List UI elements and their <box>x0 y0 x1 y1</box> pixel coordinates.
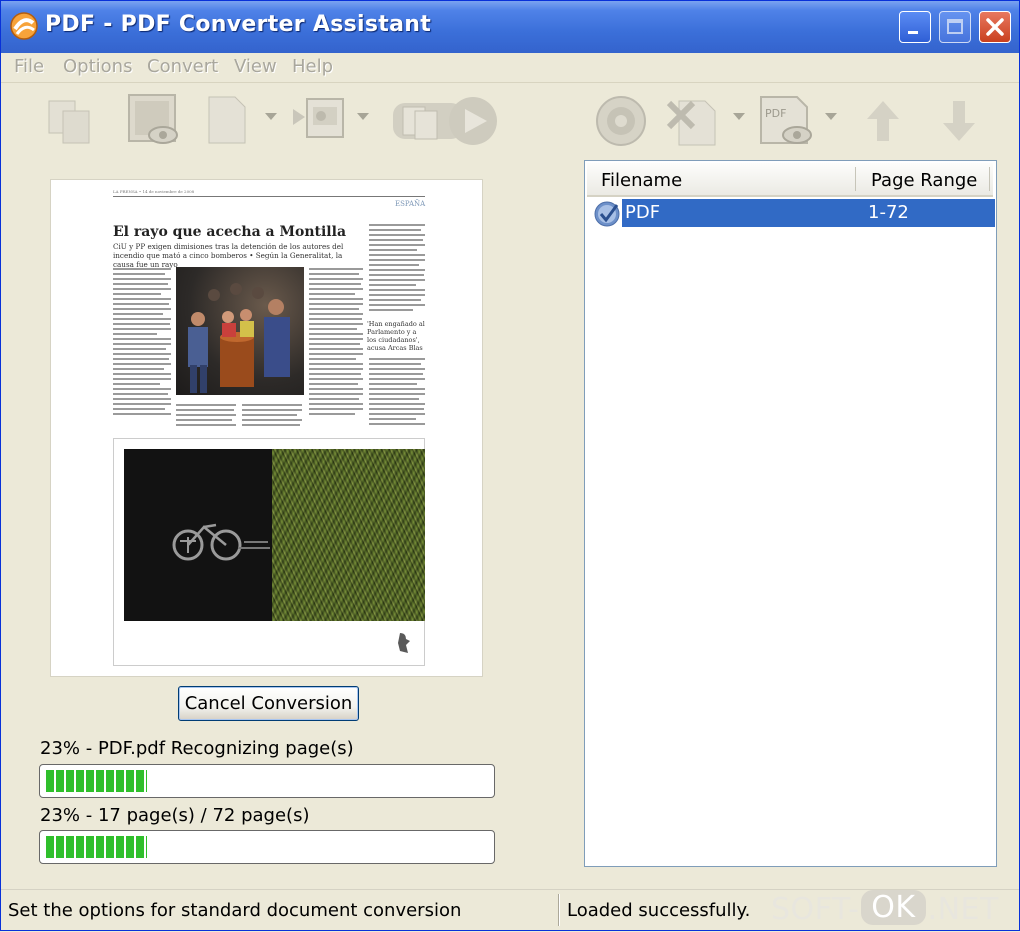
menu-file[interactable]: File <box>14 56 44 77</box>
page-progress-label: 23% - PDF.pdf Recognizing page(s) <box>40 738 354 759</box>
row-selection <box>622 199 995 227</box>
file-row[interactable]: PDF 1-72 <box>587 199 995 229</box>
text-column <box>369 224 425 311</box>
minimize-button[interactable] <box>899 11 931 43</box>
toolbar: PDF <box>1 85 1019 157</box>
advertisement <box>113 438 425 666</box>
pdf-preview-dropdown-icon[interactable] <box>825 113 837 120</box>
status-divider <box>558 894 560 926</box>
remove-icon[interactable] <box>665 93 721 149</box>
svg-text:PDF: PDF <box>765 107 786 120</box>
menu-bar: File Options Convert View Help <box>1 53 1019 83</box>
page-progress-bar <box>39 764 495 798</box>
text-column <box>113 268 171 415</box>
layout-icon[interactable] <box>291 95 349 147</box>
start-conversion-icon[interactable] <box>389 93 501 149</box>
menu-options[interactable]: Options <box>63 56 132 77</box>
watermark: SOFT- OK .NET <box>771 890 999 927</box>
preview-icon[interactable] <box>125 93 181 149</box>
page-preview: LA PRENSA • 14 de noviembre de 2008 ESPA… <box>50 179 483 677</box>
file-name: PDF <box>625 202 661 223</box>
list-header: Filename Page Range <box>587 163 993 197</box>
news-photo <box>176 267 304 395</box>
app-window: PDF - PDF Converter Assistant File Optio… <box>0 0 1020 931</box>
column-separator[interactable] <box>855 167 856 191</box>
checkmark-icon <box>594 201 620 227</box>
status-bar: Set the options for standard document co… <box>1 889 1019 931</box>
app-logo-icon <box>10 12 38 40</box>
status-load-result: Loaded successfully. <box>567 900 751 921</box>
column-separator[interactable] <box>989 167 990 191</box>
total-progress-bar <box>39 830 495 864</box>
title-bar[interactable]: PDF - PDF Converter Assistant <box>1 1 1019 53</box>
divider <box>113 196 425 197</box>
column-filename[interactable]: Filename <box>601 170 682 191</box>
menu-convert[interactable]: Convert <box>147 56 218 77</box>
page-icon[interactable] <box>205 95 249 147</box>
menu-view[interactable]: View <box>234 56 277 77</box>
ad-grass-image <box>272 449 425 621</box>
maximize-icon <box>947 19 963 34</box>
text-column <box>176 404 302 426</box>
ad-dark-panel <box>124 449 272 621</box>
page-header: LA PRENSA • 14 de noviembre de 2008 <box>113 189 195 194</box>
text-column <box>309 268 363 415</box>
pull-quote: 'Han engañado al Parlamento y a los ciud… <box>367 320 425 352</box>
article-headline: El rayo que acecha a Montilla <box>113 224 347 240</box>
menu-help[interactable]: Help <box>292 56 333 77</box>
move-up-icon[interactable] <box>863 97 903 145</box>
maximize-button[interactable] <box>939 11 971 43</box>
page-progress-fill <box>44 770 147 792</box>
page-dropdown-icon[interactable] <box>265 113 277 120</box>
status-message: Set the options for standard document co… <box>8 900 462 921</box>
open-files-icon[interactable] <box>45 95 97 147</box>
column-page-range[interactable]: Page Range <box>871 170 977 191</box>
lion-logo-icon <box>398 633 410 653</box>
total-progress-fill <box>44 836 147 858</box>
file-list[interactable]: Filename Page Range PDF 1-72 <box>584 160 997 867</box>
total-progress-label: 23% - 17 page(s) / 72 page(s) <box>40 805 310 826</box>
cancel-conversion-button[interactable]: Cancel Conversion <box>178 686 359 721</box>
pdf-preview-icon[interactable]: PDF <box>757 93 819 149</box>
move-down-icon[interactable] <box>939 97 979 145</box>
close-button[interactable] <box>979 11 1011 43</box>
remove-dropdown-icon[interactable] <box>733 113 745 120</box>
file-page-range: 1-72 <box>868 202 909 223</box>
close-icon <box>986 18 1004 36</box>
layout-dropdown-icon[interactable] <box>357 113 369 120</box>
minimize-icon <box>908 31 918 34</box>
article-deck: CiU y PP exigen dimisiones tras la deten… <box>113 242 344 269</box>
text-column <box>369 358 425 425</box>
window-title: PDF - PDF Converter Assistant <box>45 12 432 37</box>
section-label: ESPAÑA <box>395 200 426 208</box>
settings-icon[interactable] <box>593 93 649 149</box>
